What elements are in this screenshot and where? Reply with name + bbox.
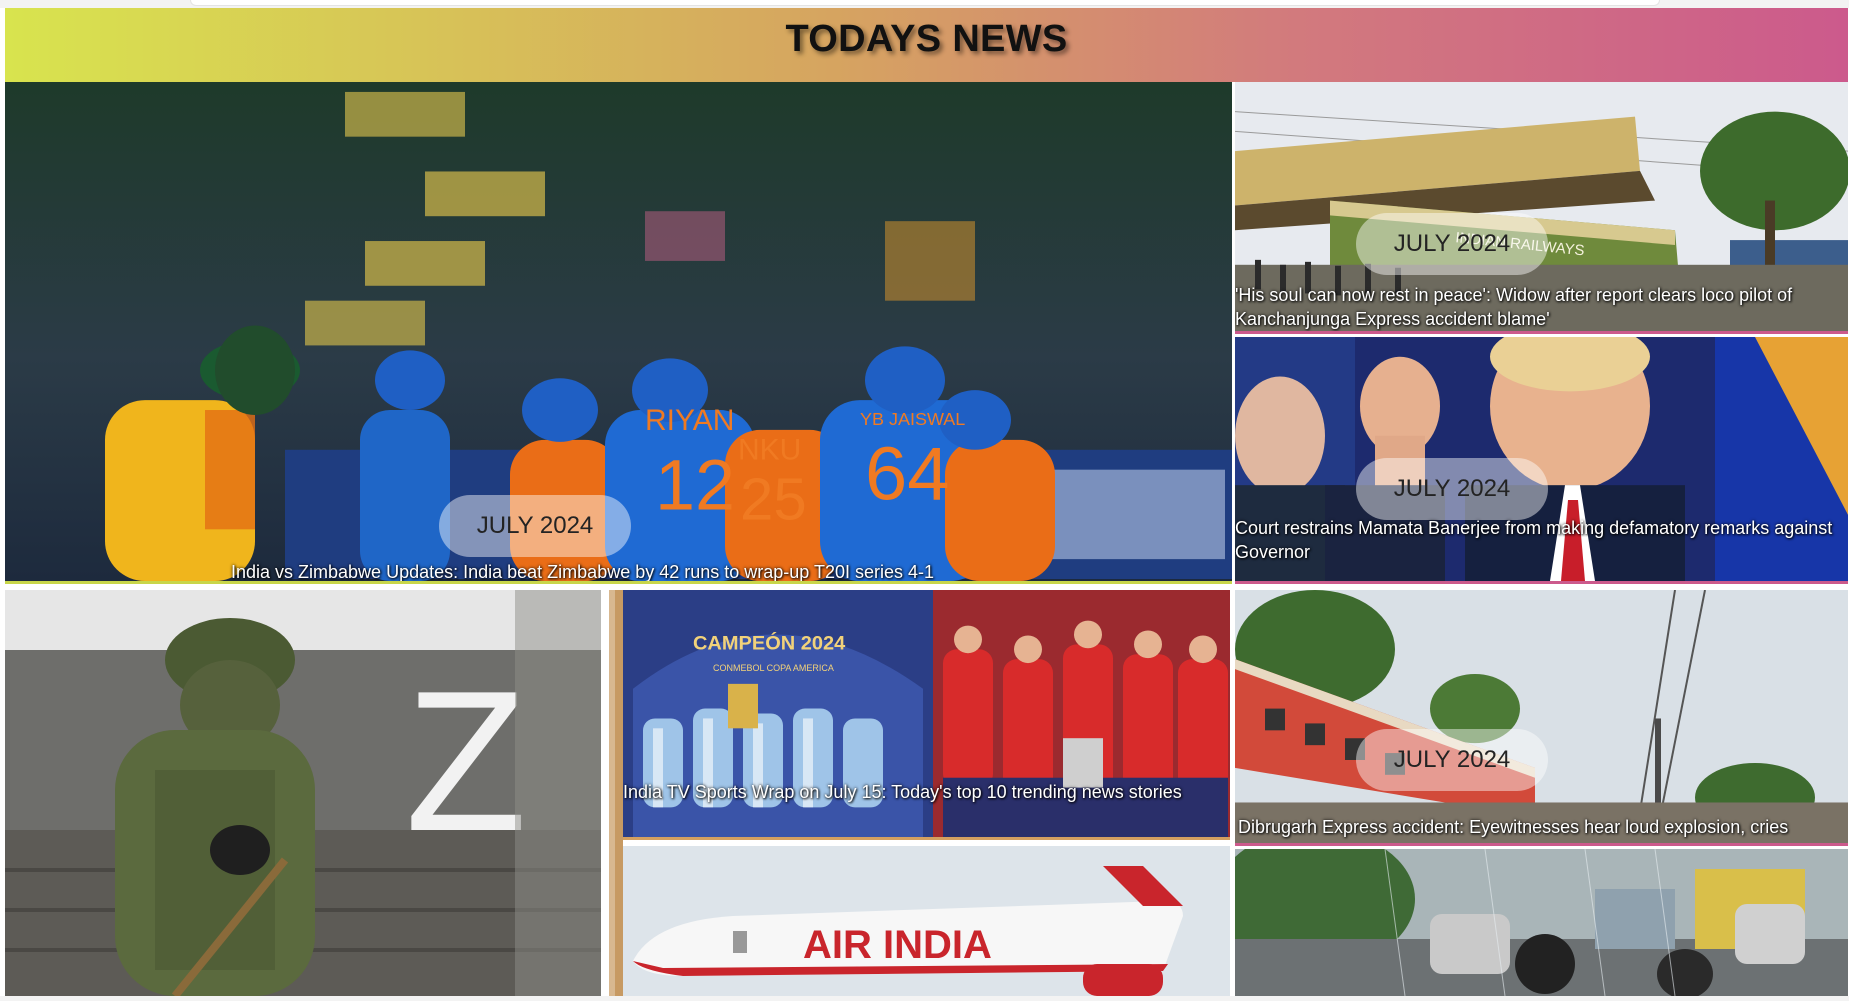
headline-text[interactable]: India TV Sports Wrap on July 15: Today's… — [623, 780, 1183, 804]
news-page: TODAYS NEWS RIYAN 12 NKU 25 YB JAISWAL 6… — [5, 8, 1848, 996]
date-badge: JULY 2024 — [439, 495, 631, 557]
headline-text[interactable]: Court restrains Mamata Banerjee from mak… — [1235, 516, 1848, 564]
jersey-number-1: 12 — [655, 446, 735, 526]
news-header: TODAYS NEWS — [5, 8, 1848, 82]
news-card-soldier[interactable]: Z — [5, 590, 601, 996]
date-badge: JULY 2024 — [1356, 729, 1548, 791]
news-card-dibrugarh[interactable]: JULY 2024 Dibrugarh Express accident: Ey… — [1235, 590, 1848, 846]
jersey-name-2: NKU — [738, 434, 801, 467]
air-india-image: AIR INDIA — [623, 846, 1230, 996]
rainy-street-image — [1235, 849, 1848, 996]
news-card-rain[interactable] — [1235, 849, 1848, 996]
news-card-train-accident[interactable]: INDIAN RAILWAYS JULY 2024 'His soul can … — [1235, 82, 1848, 334]
news-card-sports-wrap[interactable]: CAMPEÓN 2024 CONMEBOL COPA AMERICA India… — [623, 590, 1230, 840]
news-card-cricket[interactable]: RIYAN 12 NKU 25 YB JAISWAL 64 JULY 2024 … — [5, 82, 1232, 584]
jersey-name-3: YB JAISWAL — [860, 409, 965, 429]
truck-mark: Z — [405, 650, 527, 873]
headline-text[interactable]: India vs Zimbabwe Updates: India beat Zi… — [231, 560, 1231, 581]
banner-subtitle: CONMEBOL COPA AMERICA — [713, 663, 834, 673]
plane-livery-text: AIR INDIA — [803, 923, 992, 967]
date-badge: JULY 2024 — [1356, 213, 1548, 275]
address-bar-edge — [190, 0, 1660, 6]
browser-top-strip — [0, 0, 1849, 8]
page-title: TODAYS NEWS — [785, 18, 1068, 60]
jersey-number-3: 64 — [865, 432, 950, 517]
derailed-train-image — [1235, 590, 1848, 843]
column-divider — [601, 590, 623, 996]
news-card-air-india[interactable]: AIR INDIA — [623, 846, 1230, 996]
banner-title: CAMPEÓN 2024 — [693, 630, 845, 654]
soldier-image: Z — [5, 590, 601, 996]
jersey-number-2: 25 — [740, 466, 807, 533]
headline-text[interactable]: Dibrugarh Express accident: Eyewitnesses… — [1238, 815, 1848, 839]
headline-text[interactable]: 'His soul can now rest in peace': Widow … — [1235, 283, 1848, 331]
news-card-court[interactable]: JULY 2024 Court restrains Mamata Banerje… — [1235, 337, 1848, 584]
jersey-name-1: RIYAN — [645, 404, 734, 437]
date-badge: JULY 2024 — [1356, 458, 1548, 520]
bottom-strip — [0, 996, 1849, 1001]
